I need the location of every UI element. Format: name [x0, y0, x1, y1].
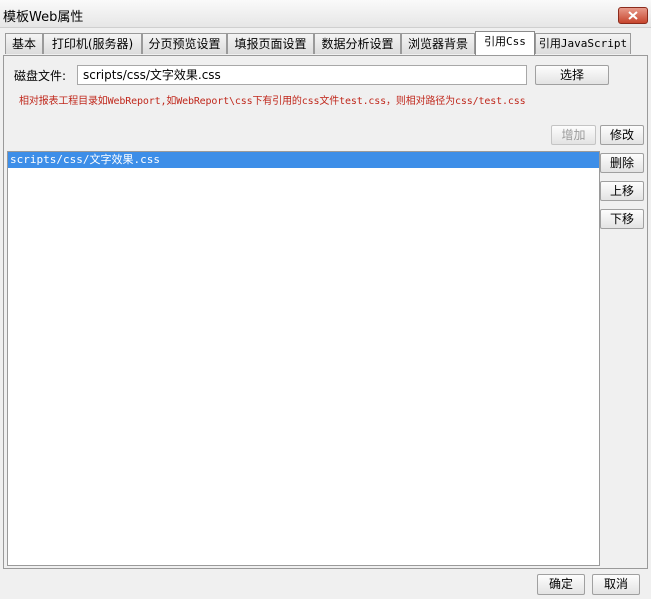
- tab-reference-javascript[interactable]: 引用JavaScript: [535, 33, 631, 54]
- close-button[interactable]: [618, 7, 648, 24]
- close-icon: [628, 11, 638, 20]
- modify-button[interactable]: 修改: [600, 125, 644, 145]
- select-button[interactable]: 选择: [535, 65, 609, 85]
- list-item[interactable]: scripts/css/文字效果.css: [8, 152, 599, 168]
- path-hint-text: 相对报表工程目录如WebReport,如WebReport\css下有引用的cs…: [19, 96, 526, 107]
- window-title: 模板Web属性: [3, 10, 84, 25]
- tab-bar: 基本 打印机(服务器) 分页预览设置 填报页面设置 数据分析设置 浏览器背景 引…: [3, 31, 648, 55]
- title-bar: 模板Web属性: [0, 0, 651, 28]
- tab-printer-server[interactable]: 打印机(服务器): [43, 33, 142, 54]
- cancel-button[interactable]: 取消: [592, 574, 640, 595]
- add-button[interactable]: 增加: [551, 125, 596, 145]
- disk-file-input[interactable]: scripts/css/文字效果.css: [77, 65, 527, 85]
- tab-fill-page-settings[interactable]: 填报页面设置: [227, 33, 314, 54]
- move-down-button[interactable]: 下移: [600, 209, 644, 229]
- move-up-button[interactable]: 上移: [600, 181, 644, 201]
- tab-reference-css[interactable]: 引用Css: [475, 31, 535, 55]
- tab-basic[interactable]: 基本: [5, 33, 43, 54]
- tab-data-analysis-settings[interactable]: 数据分析设置: [314, 33, 401, 54]
- ok-button[interactable]: 确定: [537, 574, 585, 595]
- tab-browser-background[interactable]: 浏览器背景: [401, 33, 475, 54]
- delete-button[interactable]: 删除: [600, 153, 644, 173]
- css-file-list[interactable]: scripts/css/文字效果.css: [7, 151, 600, 566]
- tab-page-preview-settings[interactable]: 分页预览设置: [142, 33, 227, 54]
- disk-file-label: 磁盘文件:: [14, 69, 67, 83]
